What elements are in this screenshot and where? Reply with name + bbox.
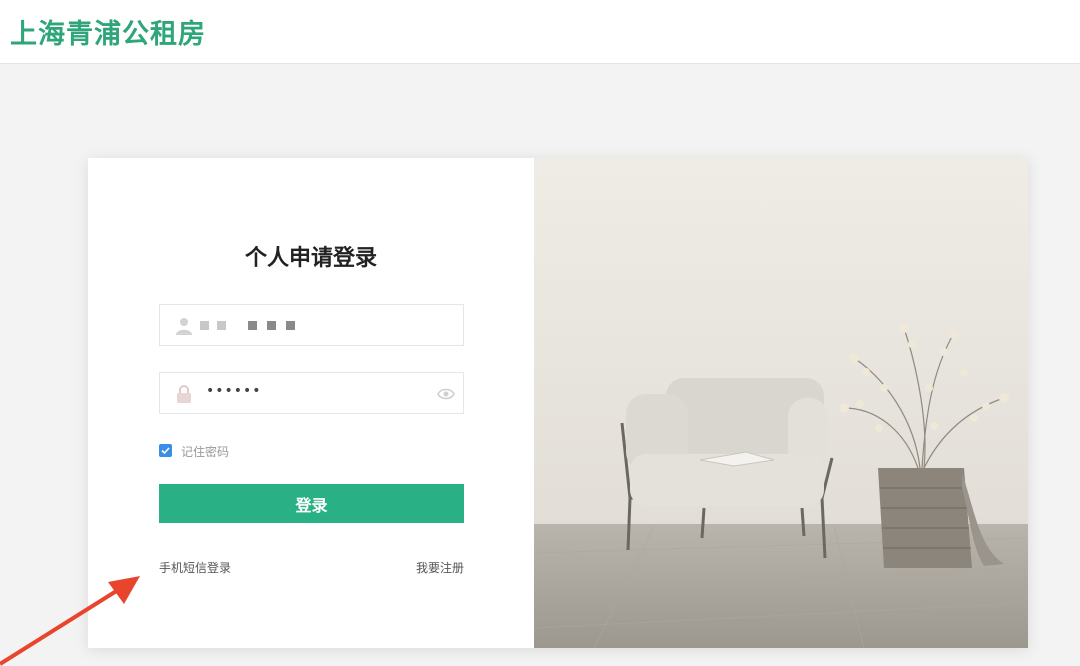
- remember-label: 记住密码: [181, 445, 230, 459]
- password-field[interactable]: ••••••: [159, 372, 464, 414]
- register-link[interactable]: 我要注册: [416, 559, 464, 576]
- hero-image: [534, 158, 1028, 648]
- login-button[interactable]: 登录: [159, 484, 464, 523]
- armchair-photo: [534, 158, 1028, 648]
- login-title: 个人申请登录: [244, 246, 377, 271]
- login-card: 个人申请登录 •••••• 记住密码 登录 手机短信登录 我要注册: [88, 158, 1028, 648]
- user-icon: [176, 318, 192, 335]
- remember-checkbox[interactable]: [159, 444, 172, 457]
- top-bar: 上海青浦公租房: [0, 0, 1080, 64]
- username-field[interactable]: [159, 304, 464, 346]
- username-blurred-value: [200, 321, 305, 331]
- password-value: ••••••: [206, 383, 262, 399]
- annotation-arrow: [0, 576, 140, 666]
- sms-login-link[interactable]: 手机短信登录: [159, 559, 231, 576]
- lock-icon: [177, 385, 191, 403]
- site-title: 上海青浦公租房: [10, 19, 206, 50]
- login-panel: 个人申请登录 •••••• 记住密码 登录 手机短信登录 我要注册: [88, 158, 534, 648]
- check-icon: [161, 447, 170, 455]
- eye-icon[interactable]: [437, 385, 455, 403]
